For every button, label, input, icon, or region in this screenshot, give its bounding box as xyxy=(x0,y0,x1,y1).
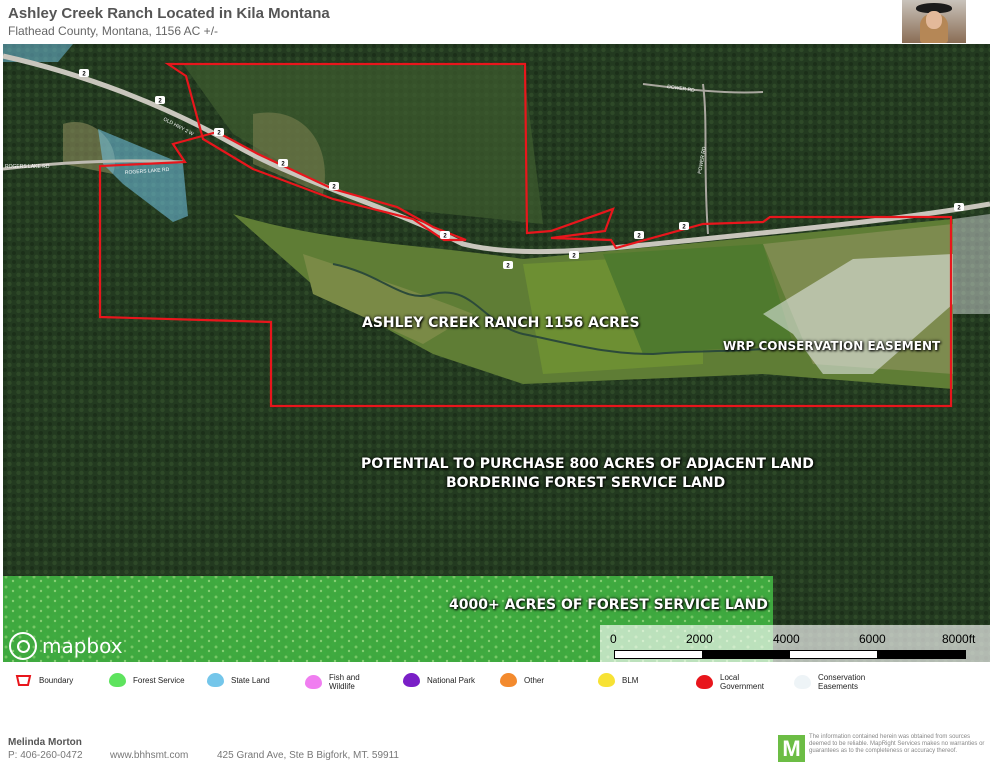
mapbox-attribution[interactable]: mapbox xyxy=(9,632,123,660)
legend-state-land: State Land xyxy=(207,673,289,687)
scale-tick: 0 xyxy=(610,632,617,646)
legend-forest-service: Forest Service xyxy=(109,673,191,687)
scale-tick: 4000 xyxy=(773,632,800,646)
agent-photo xyxy=(902,0,966,43)
scale-bar-track xyxy=(614,650,966,659)
legend-fish-wildlife: Fish and Wildlife xyxy=(305,673,369,691)
legend-local-government: Local Government xyxy=(696,673,768,691)
legend-blm: BLM xyxy=(598,673,680,687)
route-shield-icon: 2 xyxy=(278,159,288,168)
map-subtitle: Flathead County, Montana, 1156 AC +/- xyxy=(8,24,219,38)
label-ranch-acres: ASHLEY CREEK RANCH 1156 ACRES xyxy=(362,315,640,331)
fish-wildlife-swatch xyxy=(305,675,322,689)
label-forest-service-acres: 4000+ ACRES OF FOREST SERVICE LAND xyxy=(449,597,768,613)
scale-tick: 6000 xyxy=(859,632,886,646)
blm-swatch xyxy=(598,673,615,687)
route-shield-icon: 2 xyxy=(79,69,89,78)
road-label-rogers-lake: ROGERS LAKE RD xyxy=(5,164,50,170)
mapbox-wordmark: mapbox xyxy=(42,634,123,658)
agent-phone: P: 406-260-0472 xyxy=(8,750,83,761)
scale-tick: 2000 xyxy=(686,632,713,646)
boundary-icon xyxy=(15,675,32,686)
road-label-old-hwy: OLD HWY 2 W xyxy=(162,116,195,137)
disclaimer-text: The information contained herein was obt… xyxy=(809,734,985,754)
state-land-swatch xyxy=(207,673,224,687)
mapbox-logo-icon xyxy=(9,632,37,660)
route-shield-icon: 2 xyxy=(634,231,644,240)
route-shield-icon: 2 xyxy=(679,222,689,231)
route-shields: 2 2 2 2 2 2 2 2 2 2 2 ROGERS LAKE RD ROG… xyxy=(5,69,964,270)
agent-address: 425 Grand Ave, Ste B Bigfork, MT. 59911 xyxy=(217,750,399,761)
route-shield-icon: 2 xyxy=(155,96,165,105)
agent-name: Melinda Morton xyxy=(8,737,82,748)
label-potential-purchase: POTENTIAL TO PURCHASE 800 ACRES OF ADJAC… xyxy=(361,456,814,472)
road-label-powell: POWER RD xyxy=(697,146,708,175)
route-shield-icon: 2 xyxy=(569,251,579,260)
other-swatch xyxy=(500,673,517,687)
legend-national-park: National Park xyxy=(403,673,485,687)
forest-service-swatch xyxy=(109,673,126,687)
mapright-logo-icon: M xyxy=(778,735,805,762)
scale-bar-segment xyxy=(877,651,965,658)
label-wrp-easement: WRP CONSERVATION EASEMENT xyxy=(723,339,941,353)
legend-boundary: Boundary xyxy=(15,673,97,687)
scale-bar: 0 2000 4000 6000 8000ft xyxy=(600,625,990,662)
legend-other: Other xyxy=(500,673,582,687)
route-shield-icon: 2 xyxy=(954,203,964,212)
map-title: Ashley Creek Ranch Located in Kila Monta… xyxy=(8,5,330,22)
national-park-swatch xyxy=(403,673,420,687)
agent-website-link[interactable]: www.bhhsmt.com xyxy=(110,750,188,761)
legend-conservation-easements: Conservation Easements xyxy=(794,673,868,691)
route-shield-icon: 2 xyxy=(503,261,513,270)
satellite-map[interactable]: 2 2 2 2 2 2 2 2 2 2 2 ROGERS LAKE RD ROG… xyxy=(3,44,990,662)
local-government-swatch xyxy=(696,675,713,689)
route-shield-icon: 2 xyxy=(214,128,224,137)
route-shield-icon: 2 xyxy=(440,231,450,240)
route-shield-icon: 2 xyxy=(329,182,339,191)
scale-tick: 8000ft xyxy=(942,632,976,646)
scale-bar-segment xyxy=(702,651,790,658)
road-label-rogers-lake-2: ROGERS LAKE RD xyxy=(125,167,170,176)
label-bordering-forest: BORDERING FOREST SERVICE LAND xyxy=(446,475,726,491)
road-label-dower: DOWER RD xyxy=(667,84,696,94)
conservation-easement-swatch xyxy=(794,675,811,689)
